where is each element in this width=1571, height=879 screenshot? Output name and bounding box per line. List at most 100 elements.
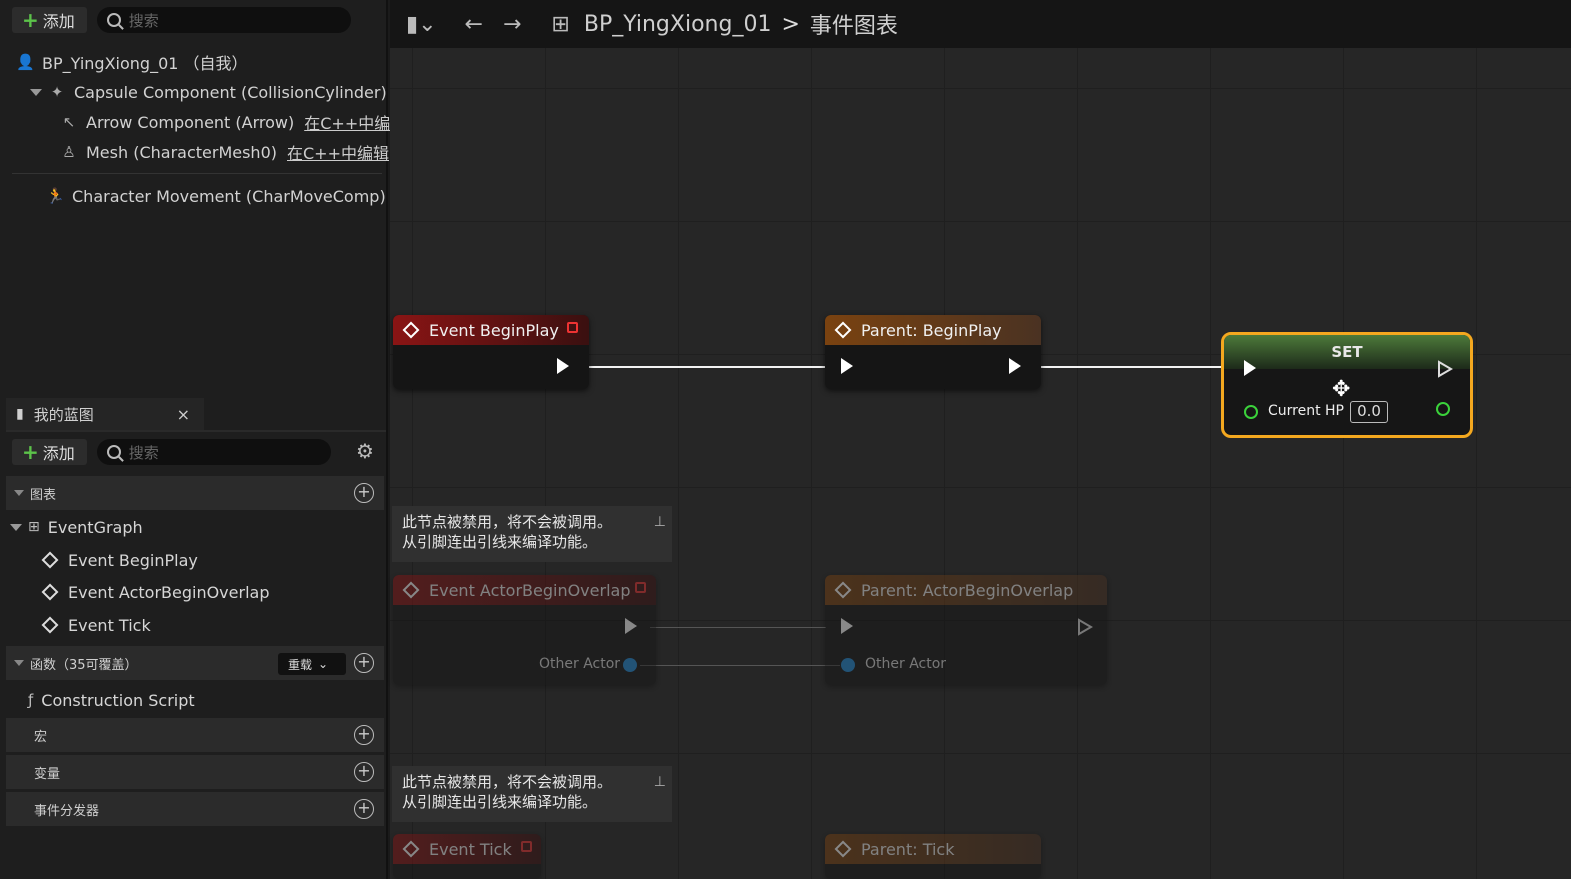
exec-out-pin[interactable]: [625, 618, 637, 634]
node-event-tick[interactable]: Event Tick: [393, 834, 541, 879]
event-item-tick[interactable]: Event Tick: [40, 610, 151, 640]
exec-out-pin[interactable]: [557, 358, 569, 374]
event-graph-item[interactable]: ⊞ EventGraph: [10, 512, 143, 542]
book-icon: ▮: [16, 406, 24, 422]
exec-wire-disabled: [650, 627, 826, 628]
component-mesh[interactable]: ♙ Mesh (CharacterMesh0) 在C++中编辑: [60, 138, 389, 166]
node-header: Parent: BeginPlay: [825, 315, 1041, 345]
capsule-icon: ✦: [50, 83, 64, 101]
pin-icon[interactable]: ⊥: [654, 772, 666, 792]
category-macros[interactable]: 宏 +: [6, 718, 384, 752]
variable-label: Current HP: [1268, 403, 1345, 419]
add-graph-icon[interactable]: +: [354, 483, 374, 503]
exec-out-pin[interactable]: [1437, 360, 1453, 378]
expand-arrow-icon: [10, 523, 22, 531]
breadcrumb-blueprint[interactable]: BP_YingXiong_01: [584, 12, 772, 37]
add-dispatcher-icon[interactable]: +: [354, 799, 374, 819]
category-label: 函数（35可覆盖）: [30, 657, 138, 673]
close-icon[interactable]: ×: [177, 405, 190, 424]
add-function-icon[interactable]: +: [354, 653, 374, 673]
blueprint-search[interactable]: 搜索: [96, 439, 331, 465]
float-out-pin[interactable]: [1436, 402, 1450, 416]
object-out-pin[interactable]: [623, 658, 637, 672]
expand-arrow-icon[interactable]: [30, 88, 42, 96]
graph-toolbar: ▮⌄ ← → ⊞ BP_YingXiong_01 > 事件图表: [390, 0, 1571, 48]
component-label: Mesh (CharacterMesh0): [86, 142, 277, 162]
component-capsule[interactable]: ✦ Capsule Component (CollisionCylinder): [30, 78, 387, 106]
object-wire-disabled: [640, 665, 840, 666]
breadcrumb-separator: >: [781, 11, 800, 37]
component-label: BP_YingXiong_01 （自我）: [42, 54, 248, 73]
event-diamond-icon: [402, 321, 420, 339]
graph-icon: ⊞: [28, 519, 40, 535]
category-label: 变量: [34, 766, 61, 782]
edit-in-cpp-link[interactable]: 在C++中编: [304, 110, 390, 134]
pin-label: Other Actor: [865, 656, 947, 672]
override-dropdown[interactable]: 重载 ⌄: [278, 653, 346, 675]
event-marker-icon: [567, 322, 578, 333]
item-label: Event Tick: [68, 615, 151, 635]
graph-canvas[interactable]: [390, 48, 1571, 879]
category-variables[interactable]: 变量 +: [6, 755, 384, 789]
add-macro-icon[interactable]: +: [354, 725, 374, 745]
category-functions[interactable]: 函数（35可覆盖） 重载 ⌄ +: [6, 646, 384, 680]
function-diamond-icon: [834, 321, 852, 339]
event-item-beginplay[interactable]: Event BeginPlay: [40, 545, 198, 575]
node-header: Event ActorBeginOverlap: [393, 575, 656, 605]
node-event-beginplay[interactable]: Event BeginPlay: [393, 315, 589, 389]
exec-out-pin[interactable]: [1009, 358, 1021, 374]
add-variable-icon[interactable]: +: [354, 762, 374, 782]
construction-script-item[interactable]: ƒ Construction Script: [28, 685, 195, 715]
category-graphs[interactable]: 图表 +: [6, 476, 384, 510]
node-header: Event BeginPlay: [393, 315, 589, 345]
node-parent-beginplay[interactable]: Parent: BeginPlay: [825, 315, 1041, 389]
component-arrow[interactable]: ↖ Arrow Component (Arrow) 在C++中编: [60, 108, 391, 136]
divider: [12, 173, 382, 174]
edit-in-cpp-link[interactable]: 在C++中编辑: [287, 140, 389, 164]
override-label: 重载: [288, 657, 313, 672]
components-search[interactable]: 搜索: [96, 7, 351, 33]
expand-arrow-icon: [14, 490, 24, 496]
gear-icon[interactable]: ⚙: [354, 440, 376, 462]
exec-in-pin[interactable]: [841, 358, 853, 374]
node-title: SET: [1224, 335, 1470, 369]
float-in-pin[interactable]: [1244, 405, 1258, 419]
event-diamond-icon: [402, 840, 420, 858]
node-title: Event Tick: [429, 839, 512, 859]
blueprint-toolbar: + 添加 搜索: [0, 434, 388, 470]
component-self[interactable]: 👤 BP_YingXiong_01 （自我）: [16, 48, 248, 76]
pin-label: Other Actor: [539, 656, 621, 672]
plus-icon: +: [22, 440, 39, 464]
plus-icon: +: [22, 8, 39, 32]
breadcrumb-graph[interactable]: 事件图表: [810, 8, 898, 40]
forward-arrow-icon[interactable]: →: [503, 12, 521, 37]
exec-in-pin[interactable]: [1244, 360, 1256, 376]
blueprint-add-button[interactable]: + 添加: [12, 439, 87, 465]
category-label: 图表: [30, 487, 57, 503]
back-arrow-icon[interactable]: ←: [465, 12, 483, 37]
object-in-pin[interactable]: [841, 658, 855, 672]
exec-in-pin[interactable]: [841, 618, 853, 634]
component-label: Character Movement (CharMoveComp): [72, 186, 386, 206]
category-label: 宏: [34, 729, 48, 745]
node-event-overlap[interactable]: Event ActorBeginOverlap Other Actor: [393, 575, 656, 685]
category-dispatchers[interactable]: 事件分发器 +: [6, 792, 384, 826]
exec-out-pin[interactable]: [1077, 618, 1093, 636]
node-title: Parent: ActorBeginOverlap: [861, 580, 1074, 600]
bookmark-icon[interactable]: ▮⌄: [406, 12, 437, 37]
node-parent-overlap[interactable]: Parent: ActorBeginOverlap Other Actor: [825, 575, 1107, 685]
tab-my-blueprint[interactable]: ▮ 我的蓝图 ×: [6, 398, 204, 430]
item-label: Event ActorBeginOverlap: [68, 582, 270, 602]
comment-line: 从引脚连出引线来编译功能。: [402, 533, 598, 551]
node-parent-tick[interactable]: Parent: Tick: [825, 834, 1041, 879]
value-input[interactable]: 0.0: [1350, 401, 1388, 423]
components-add-button[interactable]: + 添加: [12, 7, 87, 33]
node-set-current-hp[interactable]: SET Current HP 0.0 ✥: [1221, 332, 1473, 438]
component-movement[interactable]: 🏃 Character Movement (CharMoveComp): [46, 182, 386, 210]
event-item-overlap[interactable]: Event ActorBeginOverlap: [40, 577, 269, 607]
add-label: 添加: [42, 12, 75, 31]
event-diamond-icon: [41, 583, 59, 601]
node-header: Parent: ActorBeginOverlap: [825, 575, 1107, 605]
pin-icon[interactable]: ⊥: [654, 512, 666, 532]
exec-wire: [1034, 366, 1224, 368]
